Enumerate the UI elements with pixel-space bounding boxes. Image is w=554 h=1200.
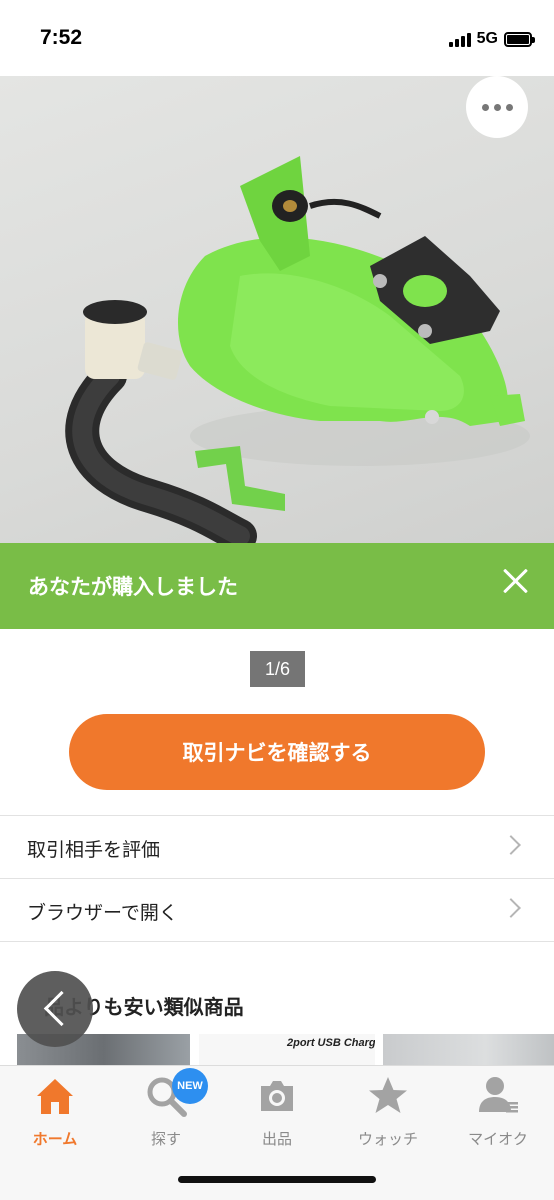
thumb-caption: 2port USB Charge [287,1037,375,1049]
back-button[interactable] [17,971,93,1047]
tab-sell-label: 出品 [261,1130,292,1148]
open-in-browser-row[interactable]: ブラウザーで開く [0,879,554,942]
tab-search-label: 探す [150,1130,181,1148]
purchased-banner-text: あなたが購入しました [28,575,238,599]
rate-partner-label: 取引相手を評価 [27,839,161,861]
tab-watch[interactable]: ウォッチ [333,1074,443,1154]
product-photo [65,156,530,544]
home-icon [33,1074,77,1118]
battery-icon [504,31,535,47]
tab-home-label: ホーム [32,1130,78,1148]
tab-myauction-label: マイオク [468,1130,528,1148]
action-list: 取引相手を評価 ブラウザーで開く [0,815,554,942]
tab-myauction[interactable]: マイオク [443,1074,553,1154]
more-dot-icon [505,103,513,111]
close-icon[interactable] [496,563,534,601]
chevron-right-icon [501,898,521,918]
camera-icon [255,1074,299,1118]
star-icon [366,1074,410,1118]
purchased-banner: あなたが購入しました [0,543,554,629]
tab-home[interactable]: ホーム [0,1074,110,1154]
transaction-navi-button[interactable]: 取引ナビを確認する [69,714,485,790]
open-in-browser-label: ブラウザーで開く [27,902,178,924]
more-options-button[interactable] [466,76,528,138]
new-badge: NEW [172,1068,208,1104]
status-time: 7:52 [40,26,83,49]
search-icon: NEW [144,1068,208,1118]
more-dot-icon [493,103,501,111]
more-dot-icon [481,103,489,111]
tab-sell[interactable]: 出品 [222,1074,332,1154]
network-type: 5G [476,30,498,47]
chevron-right-icon [501,835,521,855]
image-page-counter: 1/6 [250,651,305,687]
tab-search[interactable]: NEW 探す [111,1068,221,1154]
user-icon [476,1074,520,1118]
signal-icon [448,31,471,47]
tab-watch-label: ウォッチ [357,1130,418,1148]
status-indicators: 5G [448,30,535,48]
rate-partner-row[interactable]: 取引相手を評価 [0,816,554,879]
status-bar: 7:52 5G [0,0,554,76]
home-indicator[interactable] [178,1176,376,1183]
product-image[interactable] [0,76,554,544]
